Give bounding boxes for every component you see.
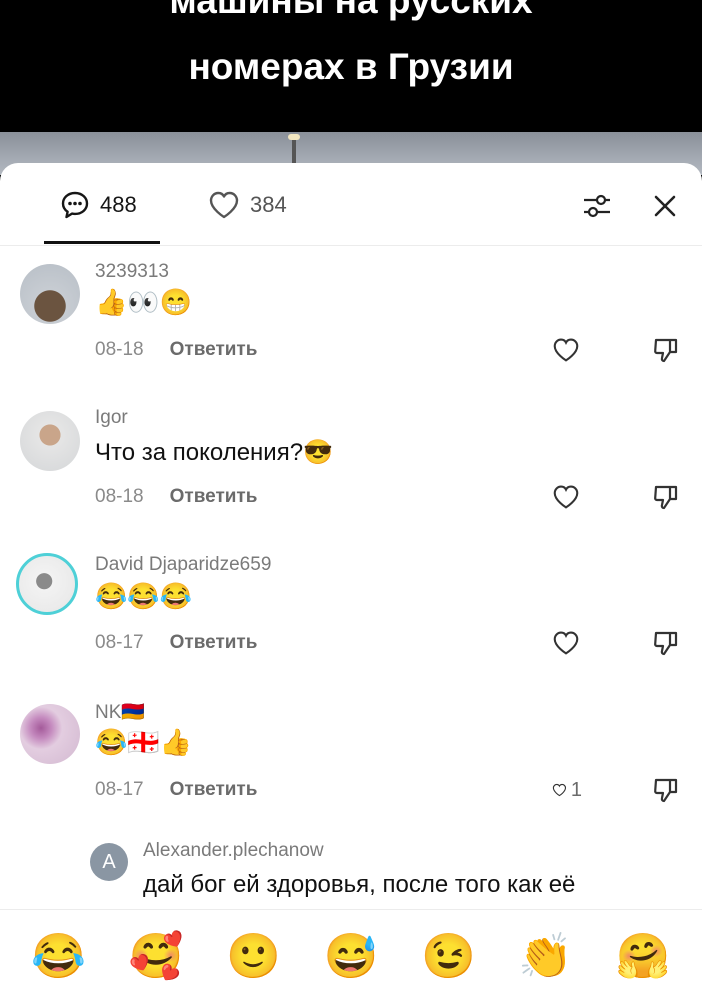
tab-likes[interactable]: 384 bbox=[208, 189, 287, 221]
video-background: машины на русских номерах в Грузии bbox=[0, 0, 702, 175]
reply-button[interactable]: Ответить bbox=[170, 486, 258, 508]
emoji-button[interactable]: 😉 bbox=[421, 932, 476, 982]
close-icon[interactable] bbox=[648, 189, 682, 223]
thumbs-down-icon[interactable] bbox=[652, 629, 680, 657]
heart-outline-icon bbox=[553, 485, 579, 509]
comment-text: 😂🇬🇪👍 bbox=[95, 727, 193, 757]
video-caption-line2: номерах в Грузии bbox=[188, 46, 514, 87]
like-button[interactable] bbox=[552, 483, 582, 511]
heart-outline-icon bbox=[552, 783, 567, 797]
emoji-quick-bar: 😂 🥰 🙂 😅 😉 👏 🤗 bbox=[0, 909, 702, 1003]
comment-username[interactable]: David Djaparidze659 bbox=[95, 554, 271, 576]
comment-bubble-icon bbox=[61, 191, 89, 219]
avatar[interactable] bbox=[20, 264, 80, 324]
comment-date: 08-17 bbox=[95, 779, 144, 800]
heart-outline-icon bbox=[553, 631, 579, 655]
avatar[interactable] bbox=[20, 411, 80, 471]
comment-meta: 08-18 Ответить bbox=[95, 486, 257, 508]
comment-meta: 08-18 Ответить bbox=[95, 339, 257, 361]
heart-icon bbox=[209, 191, 239, 219]
emoji-button[interactable]: 👏 bbox=[518, 932, 573, 982]
comment-date: 08-18 bbox=[95, 486, 144, 507]
emoji-button[interactable]: 🙂 bbox=[226, 932, 281, 982]
avatar[interactable] bbox=[16, 553, 78, 615]
likes-count: 384 bbox=[250, 192, 287, 217]
comments-tabs: 488 384 bbox=[0, 163, 702, 246]
like-count: 1 bbox=[570, 778, 582, 801]
emoji-button[interactable]: 😅 bbox=[324, 932, 379, 982]
tab-comments[interactable]: 488 bbox=[60, 189, 137, 221]
like-button[interactable]: 1 bbox=[552, 776, 582, 804]
heart-outline-icon bbox=[553, 338, 579, 362]
thumbs-down-icon[interactable] bbox=[652, 336, 680, 364]
active-tab-indicator bbox=[44, 241, 160, 244]
reply-button[interactable]: Ответить bbox=[170, 339, 258, 361]
emoji-button[interactable]: 🥰 bbox=[129, 932, 184, 982]
comment-date: 08-17 bbox=[95, 632, 144, 653]
comment-text: дай бог ей здоровья, после того как её bbox=[143, 871, 576, 898]
comment-username[interactable]: NK🇦🇲 bbox=[95, 700, 145, 724]
comment-text: 😂😂😂 bbox=[95, 581, 193, 611]
comment-meta: 08-17 Ответить bbox=[95, 632, 257, 654]
avatar[interactable] bbox=[20, 704, 80, 764]
avatar[interactable]: A bbox=[90, 843, 128, 881]
comments-count: 488 bbox=[100, 192, 137, 217]
reply-button[interactable]: Ответить bbox=[170, 632, 258, 654]
like-button[interactable] bbox=[552, 336, 582, 364]
comment-text: Что за поколения?😎 bbox=[95, 439, 333, 466]
comment-username[interactable]: Igor bbox=[95, 407, 128, 429]
thumbs-down-icon[interactable] bbox=[652, 483, 680, 511]
comment-username[interactable]: Alexander.plechanow bbox=[143, 840, 324, 862]
reply-button[interactable]: Ответить bbox=[170, 779, 258, 801]
like-button[interactable] bbox=[552, 629, 582, 657]
emoji-button[interactable]: 😂 bbox=[31, 932, 86, 982]
comment-username[interactable]: 3239313 bbox=[95, 261, 169, 283]
comment-date: 08-18 bbox=[95, 339, 144, 360]
thumbs-down-icon[interactable] bbox=[652, 776, 680, 804]
video-caption-line1: машины на русских bbox=[169, 0, 533, 21]
sliders-icon[interactable] bbox=[580, 189, 614, 223]
emoji-button[interactable]: 🤗 bbox=[616, 932, 671, 982]
comment-text: 👍👀😁 bbox=[95, 287, 193, 317]
comment-meta: 08-17 Ответить bbox=[95, 779, 257, 801]
comments-sheet: 488 384 3239313 👍👀😁 08-18 Ответить Igor … bbox=[0, 163, 702, 1003]
